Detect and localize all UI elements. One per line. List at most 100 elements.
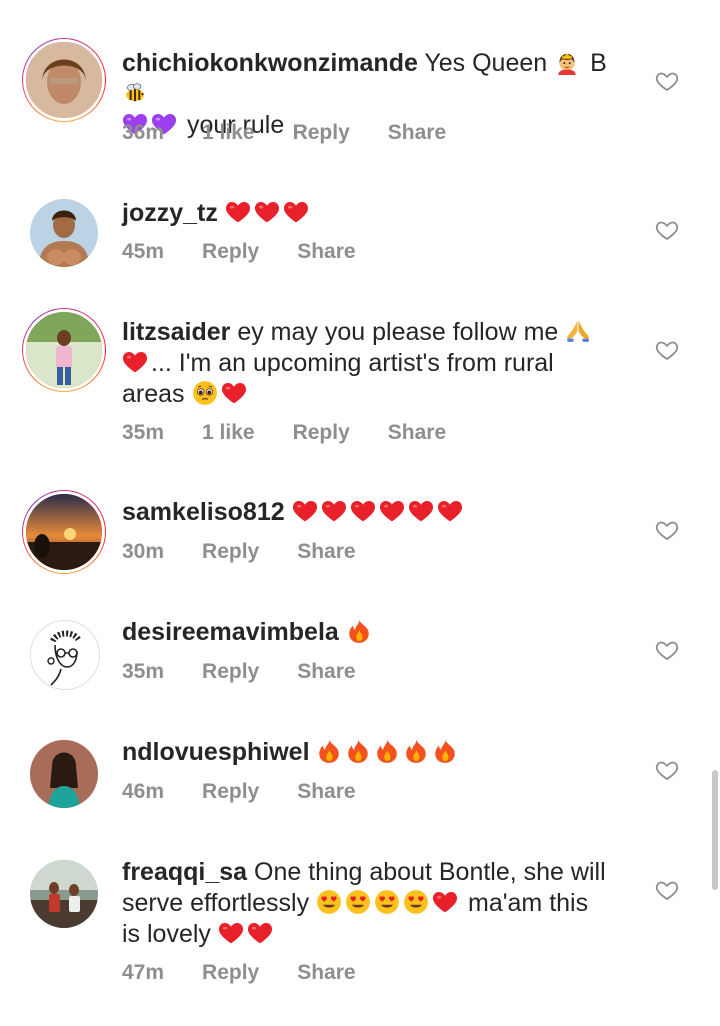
like-heart-icon[interactable]	[655, 69, 679, 93]
comment-time: 36m	[122, 121, 165, 144]
avatar[interactable]	[22, 490, 106, 574]
comment-time: 47m	[122, 961, 165, 984]
like-heart-icon[interactable]	[655, 638, 679, 662]
like-heart-icon[interactable]	[655, 518, 679, 542]
comment-meta: 36m 1 like Reply Share	[122, 121, 484, 145]
share-button[interactable]: Share	[388, 421, 446, 445]
comment-item: litzsaider ey may you please follow me .…	[0, 300, 720, 480]
comment-text: freaqqi_sa One thing about Bontle, she w…	[122, 857, 632, 950]
comment-username[interactable]: samkeliso812	[122, 498, 285, 526]
fire-emoji	[316, 738, 342, 764]
comment-text: litzsaider ey may you please follow me .…	[122, 317, 632, 410]
comment-body: serve effortlessly	[122, 889, 310, 917]
reply-button[interactable]: Reply	[202, 961, 259, 985]
comment-username[interactable]: litzsaider	[122, 318, 230, 346]
fire-emoji	[403, 738, 429, 764]
share-button[interactable]: Share	[297, 961, 355, 985]
like-count[interactable]: 1 like	[202, 421, 255, 445]
red-heart-emoji	[283, 199, 309, 225]
comment-item: desireemavimbela 35m Reply Share	[0, 600, 720, 720]
comment-time: 30m	[122, 540, 165, 563]
reply-button[interactable]: Reply	[202, 780, 259, 804]
comment-time: 35m	[122, 421, 165, 444]
bee-emoji	[122, 80, 148, 106]
red-heart-emoji	[225, 199, 251, 225]
red-heart-emoji	[218, 920, 244, 946]
reply-button[interactable]: Reply	[202, 540, 259, 564]
comment-username[interactable]: ndlovuesphiwel	[122, 738, 310, 766]
comment-body: ma'am this	[468, 889, 589, 917]
comment-meta: 35m Reply Share	[122, 660, 394, 684]
red-heart-emoji	[254, 199, 280, 225]
red-heart-emoji	[292, 498, 318, 524]
comment-body: B	[590, 49, 607, 77]
share-button[interactable]: Share	[388, 121, 446, 145]
comment-meta: 35m 1 like Reply Share	[122, 421, 484, 445]
comment-item: ndlovuesphiwel 46m Reply Share	[0, 720, 720, 840]
heart-eyes-emoji	[374, 889, 400, 915]
avatar[interactable]	[22, 852, 106, 936]
comment-body: areas	[122, 380, 185, 408]
like-heart-icon[interactable]	[655, 878, 679, 902]
red-heart-emoji	[221, 380, 247, 406]
pleading-face-emoji	[192, 380, 218, 406]
fire-emoji	[345, 738, 371, 764]
comment-body: ... I'm an upcoming artist's from rural	[151, 349, 554, 377]
fire-emoji	[432, 738, 458, 764]
comment-body: is lovely	[122, 920, 211, 948]
comment-username[interactable]: chichiokonkwonzimande	[122, 49, 418, 77]
red-heart-emoji	[122, 349, 148, 375]
like-heart-icon[interactable]	[655, 338, 679, 362]
red-heart-emoji	[437, 498, 463, 524]
reply-button[interactable]: Reply	[293, 421, 350, 445]
avatar[interactable]	[22, 191, 106, 275]
comment-item: freaqqi_sa One thing about Bontle, she w…	[0, 840, 720, 1026]
share-button[interactable]: Share	[297, 240, 355, 264]
comment-username[interactable]: jozzy_tz	[122, 199, 218, 227]
comment-body: One thing about Bontle, she will	[254, 858, 606, 886]
scrollbar[interactable]	[712, 770, 718, 890]
comment-item: chichiokonkwonzimande Yes Queen B your r…	[0, 0, 720, 170]
like-count[interactable]: 1 like	[202, 121, 255, 145]
reply-button[interactable]: Reply	[202, 660, 259, 684]
folded-hands-emoji	[565, 318, 591, 344]
reply-button[interactable]: Reply	[293, 121, 350, 145]
comment-username[interactable]: desireemavimbela	[122, 618, 339, 646]
heart-eyes-emoji	[316, 889, 342, 915]
comment-text: ndlovuesphiwel	[122, 737, 632, 768]
avatar[interactable]	[22, 612, 106, 696]
red-heart-emoji	[321, 498, 347, 524]
comment-body: Yes Queen	[424, 49, 548, 77]
red-heart-emoji	[247, 920, 273, 946]
comment-text: samkeliso812	[122, 497, 632, 528]
reply-button[interactable]: Reply	[202, 240, 259, 264]
comment-text: desireemavimbela	[122, 617, 632, 648]
share-button[interactable]: Share	[297, 780, 355, 804]
red-heart-emoji	[350, 498, 376, 524]
comment-time: 46m	[122, 780, 165, 803]
share-button[interactable]: Share	[297, 540, 355, 564]
avatar[interactable]	[22, 38, 106, 122]
comment-time: 35m	[122, 660, 165, 683]
comment-meta: 46m Reply Share	[122, 780, 394, 804]
comment-meta: 30m Reply Share	[122, 540, 394, 564]
like-heart-icon[interactable]	[655, 758, 679, 782]
avatar[interactable]	[22, 732, 106, 816]
like-heart-icon[interactable]	[655, 218, 679, 242]
heart-eyes-emoji	[403, 889, 429, 915]
fire-emoji	[346, 618, 372, 644]
comment-body: ey may you please follow me	[237, 318, 559, 346]
fire-emoji	[374, 738, 400, 764]
comment-text: jozzy_tz	[122, 198, 632, 229]
heart-eyes-emoji	[345, 889, 371, 915]
comment-username[interactable]: freaqqi_sa	[122, 858, 247, 886]
comment-item: samkeliso812 30m Reply Share	[0, 480, 720, 600]
avatar[interactable]	[22, 308, 106, 392]
red-heart-emoji	[432, 889, 458, 915]
share-button[interactable]: Share	[297, 660, 355, 684]
comment-time: 45m	[122, 240, 165, 263]
comment-meta: 45m Reply Share	[122, 240, 394, 264]
comment-meta: 47m Reply Share	[122, 961, 394, 985]
red-heart-emoji	[379, 498, 405, 524]
queen-emoji	[554, 49, 580, 75]
